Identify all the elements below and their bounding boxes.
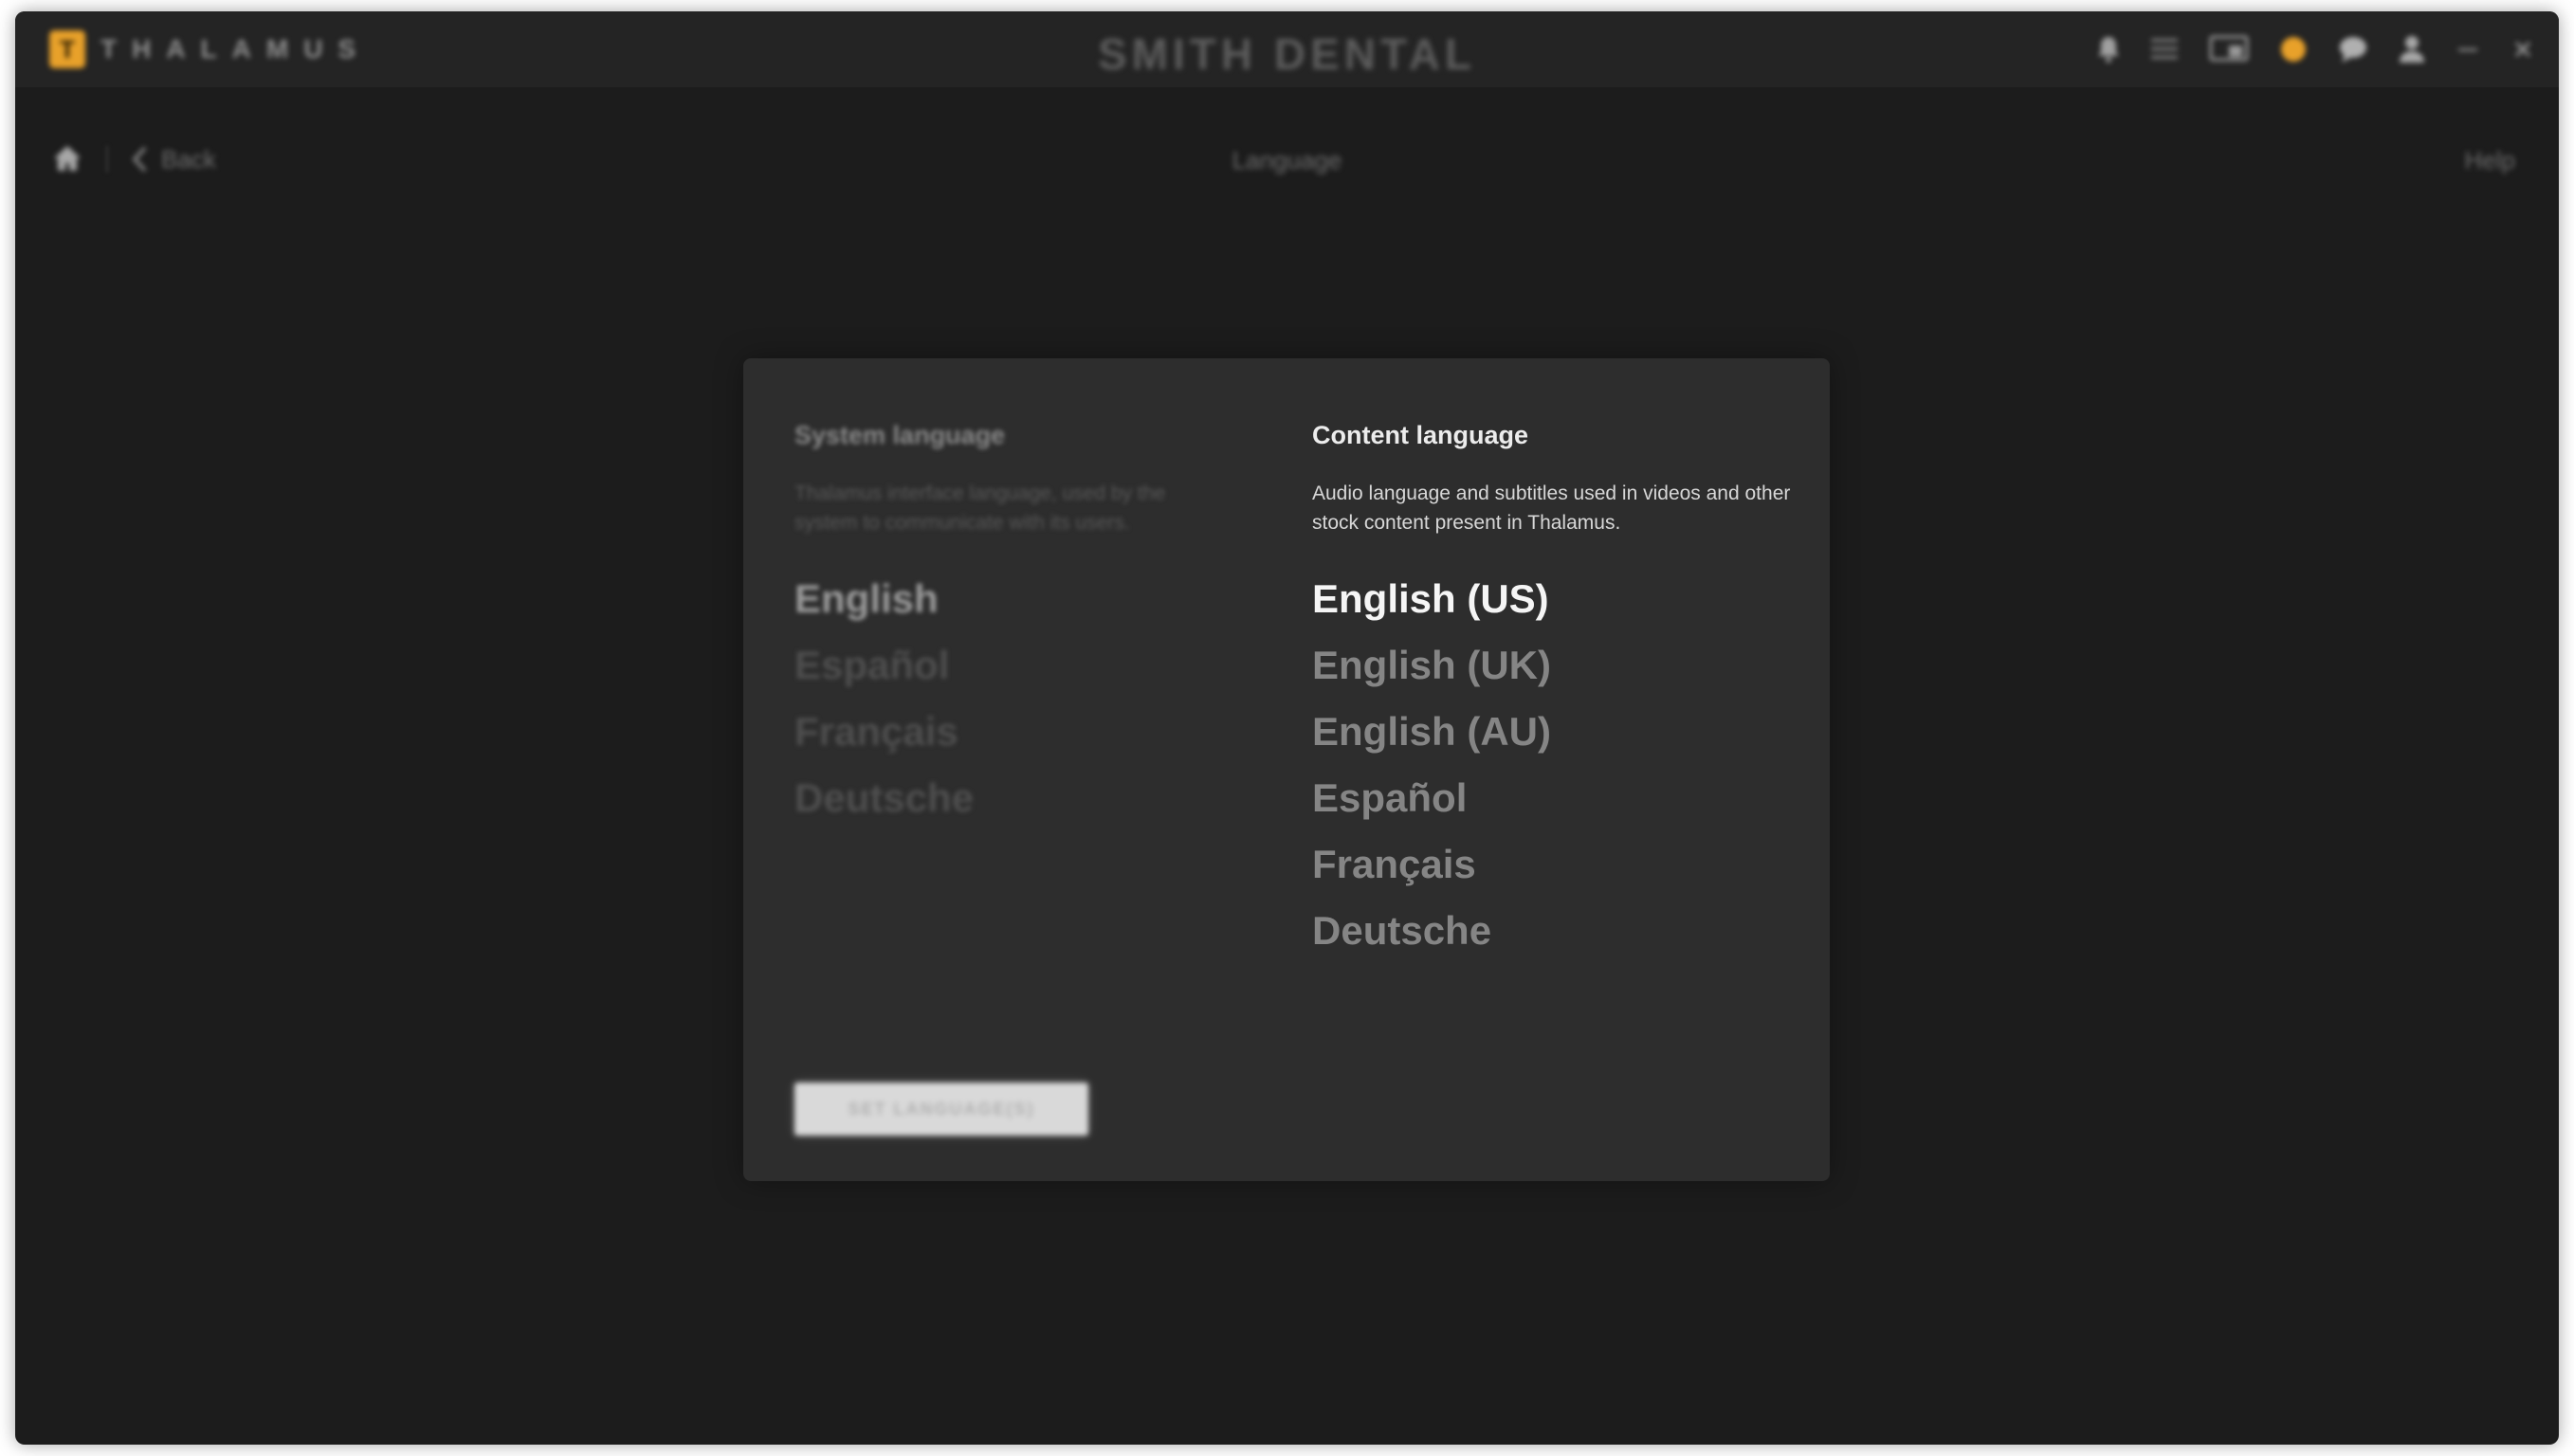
bell-icon[interactable] (2096, 30, 2121, 68)
set-language-button[interactable]: SET LANGUAGE(S) (794, 1083, 1088, 1136)
user-icon[interactable] (2398, 30, 2426, 68)
close-icon[interactable] (2510, 30, 2536, 68)
coin-icon[interactable] (2278, 30, 2309, 68)
content-language-list: English (US) English (UK) English (AU) E… (1312, 566, 1805, 964)
page-title: Language (1232, 146, 1342, 174)
system-language-section: System language Thalamus interface langu… (794, 358, 1212, 831)
help-link[interactable]: Help (2465, 146, 2515, 175)
sub-navigation: Back Language Help (15, 129, 2559, 190)
screen-icon[interactable] (2208, 30, 2250, 68)
content-language-description: Audio language and subtitles used in vid… (1312, 482, 1791, 534)
chat-icon[interactable] (2337, 30, 2369, 68)
list-icon[interactable] (2149, 30, 2180, 68)
content-language-option[interactable]: Deutsche (1312, 898, 1805, 964)
system-language-heading: System language (794, 421, 1006, 449)
system-language-option[interactable]: Español (794, 632, 1212, 699)
content-language-option[interactable]: English (US) (1312, 566, 1805, 632)
app-window: T THALAMUS SMITH DENTAL Back Language He… (15, 11, 2559, 1445)
content-language-section: Content language Audio language and subt… (1312, 358, 1805, 964)
language-panel: System language Thalamus interface langu… (743, 358, 1830, 1181)
content-language-option[interactable]: English (AU) (1312, 699, 1805, 765)
content-language-heading: Content language (1312, 421, 1528, 449)
system-language-option[interactable]: Français (794, 699, 1212, 765)
content-language-option[interactable]: English (UK) (1312, 632, 1805, 699)
title-bar: T THALAMUS SMITH DENTAL (15, 11, 2559, 87)
system-language-list: English Español Français Deutsche (794, 566, 1212, 831)
system-language-option[interactable]: Deutsche (794, 765, 1212, 831)
content-language-option[interactable]: Español (1312, 765, 1805, 831)
system-language-option[interactable]: English (794, 566, 1212, 632)
minimize-icon[interactable] (2455, 30, 2481, 68)
titlebar-icons (2068, 30, 2536, 68)
system-language-description: Thalamus interface language, used by the… (794, 482, 1166, 534)
content-language-option[interactable]: Français (1312, 831, 1805, 898)
